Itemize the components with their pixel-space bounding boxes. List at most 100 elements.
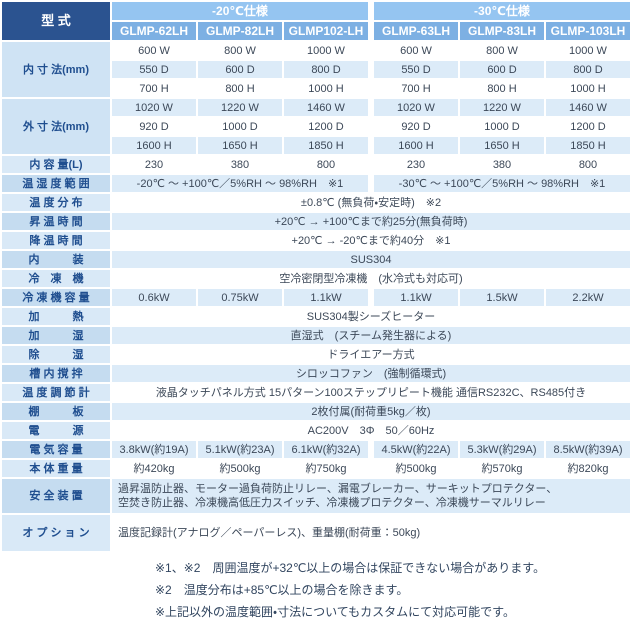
spec-row-label: 内 装 [2,251,110,268]
table-row: 除 湿ドライエアー方式 [2,346,630,363]
spec-value: 約500kg [374,460,458,477]
table-row: 冷 凍 機空冷密閉型冷凍機 (水冷式も対応可) [2,270,630,287]
footnote-3: ※上記以外の温度範囲・寸法についてもカスタムにて対応可能です。 [155,605,633,619]
spec-row-label: 内 容 量(L) [2,156,110,173]
table-row: 加 湿直湿式 (スチーム発生器による) [2,327,630,344]
spec-value: 600 W [374,42,458,59]
spec-value: 1460 W [546,99,630,116]
spec-row-label: 電 源 [2,422,110,439]
spec-value: 0.6kW [112,289,196,306]
spec-value: 1000 H [284,80,368,97]
spec-value: 550 D [112,61,196,78]
table-row: オ プ シ ョ ン温度記録計(アナログ／ペーパーレス)、重量棚(耐荷重：50kg… [2,515,630,551]
spec-value: 8.5kW(約39A) [546,441,630,458]
spec-value: 1600 H [374,137,458,154]
spec-value: 1220 W [460,99,544,116]
spec-value: 約750kg [284,460,368,477]
table-row: 冷 凍 機 容 量0.6kW0.75kW1.1kW1.1kW1.5kW2.2kW [2,289,630,306]
spec-value: 約420kg [112,460,196,477]
spec-row-label: 温 度 分 布 [2,194,110,211]
spec-value: 600 W [112,42,196,59]
table-row: 棚 板2枚付属(耐荷重5kg／枚) [2,403,630,420]
spec-value: SUS304 [112,251,630,268]
spec-value: 700 H [374,80,458,97]
spec-value: 1000 W [284,42,368,59]
spec-value: 1000 D [198,118,282,135]
model-name-header: GLMP-62LH [112,22,196,40]
table-row: 温 度 分 布±0.8℃ (無負荷・安定時) ※2 [2,194,630,211]
spec-value: 600 D [198,61,282,78]
spec-row-label: 冷 凍 機 [2,270,110,287]
spec-value: 液晶タッチパネル方式 15パターン100ステップリピート機能 通信RS232C、… [112,384,630,401]
spec-value: 約500kg [198,460,282,477]
table-row: 内 寸 法(mm)600 W800 W1000 W600 W800 W1000 … [2,42,630,59]
group-separator [370,99,372,116]
spec-value: 800 [546,156,630,173]
spec-row-label: 電 気 容 量 [2,441,110,458]
spec-value: 1200 D [284,118,368,135]
spec-row-label: 安 全 装 置 [2,479,110,513]
spec-value: 800 D [546,61,630,78]
group-separator [370,175,372,192]
spec-value: 2枚付属(耐荷重5kg／枚) [112,403,630,420]
spec-value: 1000 D [460,118,544,135]
model-corner-header: 型 式 [2,2,110,40]
table-row: 温 湿 度 範 囲-20℃ ～ +100℃／5%RH ～ 98%RH ※1-30… [2,175,630,192]
spec-value: 230 [112,156,196,173]
table-row: 電 気 容 量3.8kW(約19A)5.1kW(約23A)6.1kW(約32A)… [2,441,630,458]
spec-row-label: 加 湿 [2,327,110,344]
spec-value: 2.2kW [546,289,630,306]
spec-value: シロッコファン (強制循環式) [112,365,630,382]
spec-value: 約820kg [546,460,630,477]
group-separator [370,42,372,59]
spec-value: 800 [284,156,368,173]
footnote-1: ※1、※2 周囲温度が+32℃以上の場合は保証できない場合があります。 [155,561,633,575]
spec-value: AC200V 3Φ 50／60Hz [112,422,630,439]
group-separator [370,61,372,78]
spec-value: 1020 W [374,99,458,116]
spec-value: 800 H [198,80,282,97]
spec-value: 空冷密閉型冷凍機 (水冷式も対応可) [112,270,630,287]
spec-value: 1000 H [546,80,630,97]
group-separator [370,460,372,477]
spec-table-body: 型 式-20℃仕様 -30℃仕様 GLMP-62LHGLMP-82LHGLMP102… [2,2,630,551]
table-row: 内 容 量(L)230380800230380800 [2,156,630,173]
spec-value: 5.1kW(約23A) [198,441,282,458]
spec-value: 1850 H [284,137,368,154]
spec-row-label: 槽 内 撹 拌 [2,365,110,382]
group-header: -30℃仕様 [374,2,630,20]
group-header: -20℃仕様 [112,2,368,20]
spec-value: 1.1kW [284,289,368,306]
spec-value: 920 D [374,118,458,135]
group-separator [370,22,372,40]
spec-value: 1600 H [112,137,196,154]
spec-row-label: 加 熱 [2,308,110,325]
group-separator [370,137,372,154]
model-name-header: GLMP-82LH [198,22,282,40]
group-separator [370,80,372,97]
table-row: 外 寸 法(mm)1020 W1220 W1460 W1020 W1220 W1… [2,99,630,116]
spec-value: 800 W [198,42,282,59]
spec-value: 5.3kW(約29A) [460,441,544,458]
spec-value: 温度記録計(アナログ／ペーパーレス)、重量棚(耐荷重：50kg) [112,515,630,551]
model-name-header: GLMP102-LH [284,22,368,40]
group-separator [370,2,372,20]
group-separator [370,156,372,173]
spec-row-label: 温 度 調 節 計 [2,384,110,401]
spec-row-label: 本 体 重 量 [2,460,110,477]
spec-value: +20℃ → +100℃まで約25分(無負荷時) [112,213,630,230]
model-name-header: GLMP-83LH [460,22,544,40]
spec-value: 1200 D [546,118,630,135]
spec-value: 1000 W [546,42,630,59]
model-name-header: GLMP-103LH [546,22,630,40]
spec-value: 1.1kW [374,289,458,306]
table-row: 安 全 装 置過昇温防止器、モーター過負荷防止リレー、漏電ブレーカー、サーキット… [2,479,630,513]
spec-value: 過昇温防止器、モーター過負荷防止リレー、漏電ブレーカー、サーキットプロテクター、… [112,479,630,513]
spec-value: 0.75kW [198,289,282,306]
spec-value: 550 D [374,61,458,78]
group-separator [370,118,372,135]
footnote-2: ※2 温度分布は+85℃以上の場合を除きます。 [155,583,633,597]
footnotes: ※1、※2 周囲温度が+32℃以上の場合は保証できない場合があります。 ※2 温… [0,553,637,619]
spec-value: -30℃ ～ +100℃／5%RH ～ 98%RH ※1 [374,175,630,192]
spec-row-label: 内 寸 法(mm) [2,42,110,97]
